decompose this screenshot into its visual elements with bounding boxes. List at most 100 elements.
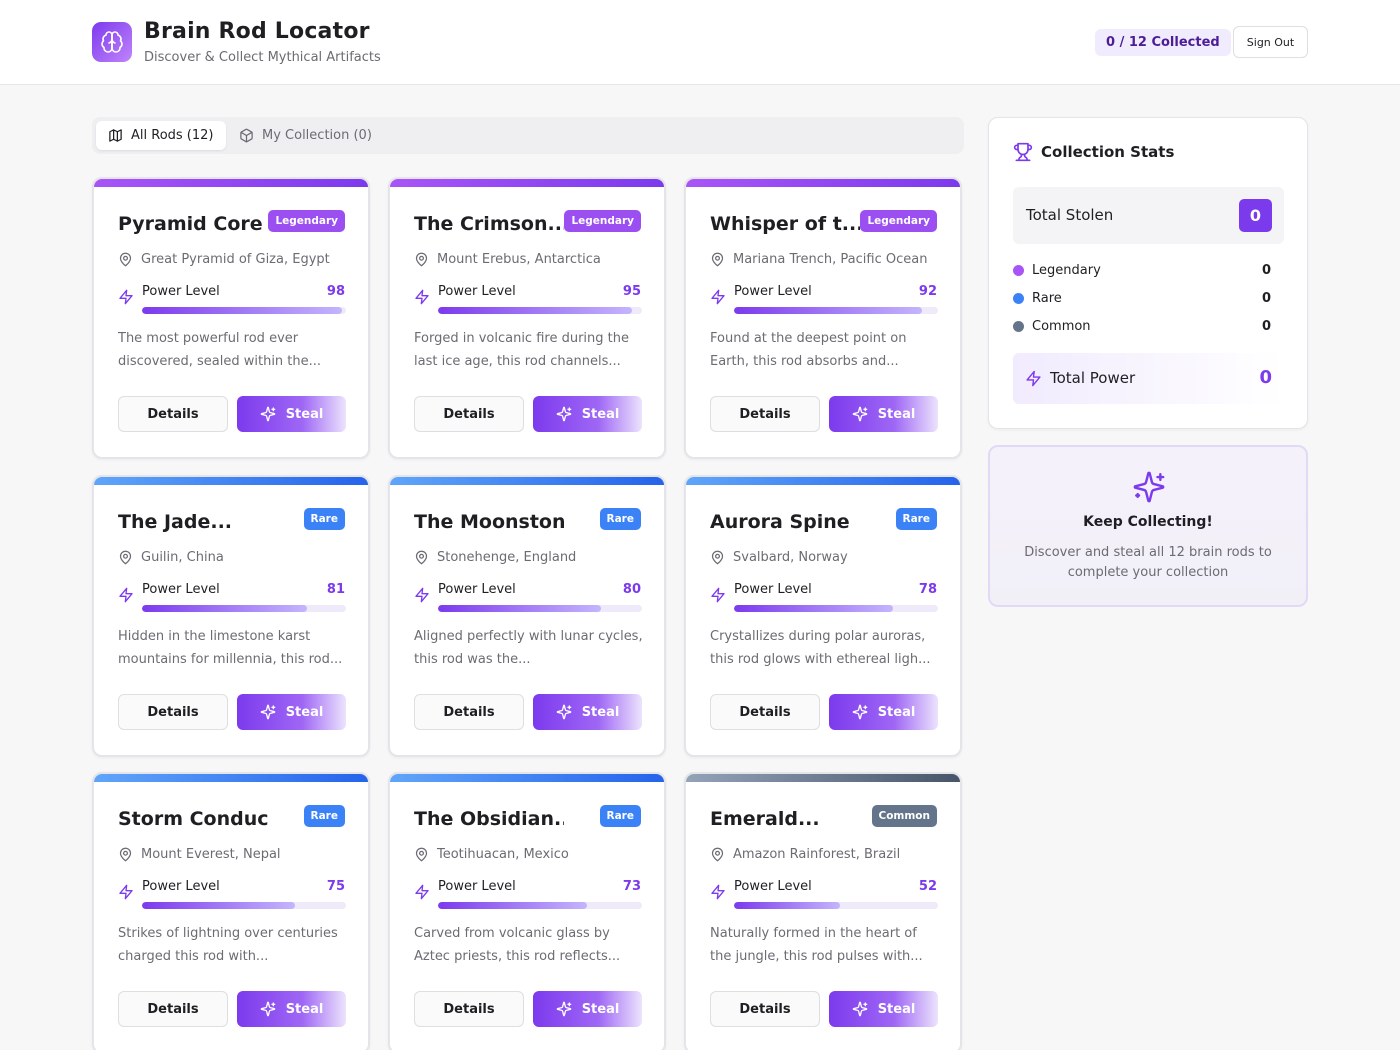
steal-button[interactable]: Steal — [533, 396, 642, 432]
rod-card: The Crimson... Legendary Mount Erebus, Ant… — [388, 177, 666, 459]
rod-title: The Moonstone... — [414, 511, 564, 533]
sparkles-icon — [260, 1001, 276, 1017]
details-button[interactable]: Details — [414, 694, 524, 730]
details-button[interactable]: Details — [710, 694, 820, 730]
total-stolen-label: Total Stolen — [1026, 206, 1114, 224]
rod-description: Aligned perfectly with lunar cycles, thi… — [414, 629, 643, 667]
rod-title: Whisper of t... — [710, 213, 860, 235]
stats-title-label: Collection Stats — [1041, 143, 1175, 161]
map-pin-icon — [710, 550, 725, 565]
rod-location: Mount Erebus, Antarctica — [414, 252, 601, 267]
map-pin-icon — [414, 847, 429, 862]
rod-card: Pyramid Core Legendary Great Pyramid of Gi… — [92, 177, 370, 459]
rod-description: Naturally formed in the heart of the jun… — [710, 926, 923, 964]
steal-button-label: Steal — [877, 704, 916, 720]
steal-button-label: Steal — [581, 406, 620, 422]
sparkles-icon — [260, 406, 276, 422]
rod-location-text: Mount Everest, Nepal — [141, 847, 281, 862]
lightning-icon — [414, 289, 430, 305]
steal-button-label: Steal — [285, 704, 324, 720]
steal-button-label: Steal — [581, 1001, 620, 1017]
rod-title: Aurora Spine — [710, 511, 850, 533]
rod-description: Forged in volcanic fire during the last … — [414, 331, 629, 369]
tab-all-rods-label: All Rods (12) — [131, 128, 214, 143]
rod-location: Svalbard, Norway — [710, 550, 848, 565]
rod-title: The Obsidian... — [414, 808, 564, 830]
steal-button[interactable]: Steal — [533, 694, 642, 730]
rarity-top-bar — [94, 774, 368, 782]
map-pin-icon — [414, 252, 429, 267]
steal-button[interactable]: Steal — [533, 991, 642, 1027]
steal-button-label: Steal — [285, 406, 324, 422]
lightning-icon — [1026, 370, 1041, 387]
steal-button[interactable]: Steal — [829, 694, 938, 730]
rod-description: Carved from volcanic glass by Aztec prie… — [414, 926, 621, 964]
power-level-value: 78 — [918, 582, 937, 597]
total-power-box: Total Power 0 — [1013, 353, 1284, 404]
rarity-top-bar — [686, 774, 960, 782]
rod-title: Emerald... — [710, 808, 820, 830]
rarity-top-bar — [390, 179, 664, 187]
lightning-icon — [710, 289, 726, 305]
steal-button[interactable]: Steal — [237, 694, 346, 730]
map-pin-icon — [710, 252, 725, 267]
rarity-badge: Common — [871, 805, 937, 827]
stat-count: 0 — [1261, 262, 1271, 278]
rod-location-text: Mount Erebus, Antarctica — [437, 252, 601, 267]
stat-count: 0 — [1261, 290, 1271, 306]
details-button[interactable]: Details — [710, 396, 820, 432]
power-level-bar — [142, 902, 346, 909]
power-level-fill — [734, 605, 894, 612]
tab-all-rods[interactable]: All Rods (12) — [96, 121, 226, 150]
steal-button[interactable]: Steal — [237, 396, 346, 432]
power-level-label: Power Level — [734, 879, 812, 894]
rarity-top-bar — [686, 179, 960, 187]
power-level-bar — [438, 307, 642, 314]
stats-title: Collection Stats — [1013, 142, 1174, 162]
rod-location-text: Great Pyramid of Giza, Egypt — [141, 252, 330, 267]
stat-label: Common — [1032, 318, 1091, 334]
power-level-fill — [438, 902, 587, 909]
stat-count: 0 — [1261, 318, 1271, 334]
map-icon — [109, 129, 122, 142]
power-level-label: Power Level — [142, 582, 220, 597]
stat-label: Legendary — [1032, 262, 1101, 278]
power-level-fill — [438, 307, 632, 314]
rod-card: The Obsidian... Rare Teotihuacan, Mexico Po… — [388, 772, 666, 1050]
details-button[interactable]: Details — [710, 991, 820, 1027]
power-level-label: Power Level — [438, 879, 516, 894]
rod-location-text: Mariana Trench, Pacific Ocean — [733, 252, 928, 267]
details-button[interactable]: Details — [118, 991, 228, 1027]
steal-button[interactable]: Steal — [829, 991, 938, 1027]
stat-row-common: Common 0 — [1013, 316, 1271, 336]
rarity-top-bar — [390, 774, 664, 782]
rod-card: The Jade... Rare Guilin, China Power Level 8… — [92, 475, 370, 757]
sign-out-button[interactable]: Sign Out — [1233, 26, 1308, 58]
rod-description: Strikes of lightning over centuries char… — [118, 926, 338, 964]
tab-my-collection[interactable]: My Collection (0) — [227, 121, 384, 150]
details-button[interactable]: Details — [118, 396, 228, 432]
power-level-value: 73 — [622, 879, 641, 894]
details-button[interactable]: Details — [414, 396, 524, 432]
steal-button[interactable]: Steal — [237, 991, 346, 1027]
keep-collecting-text: Discover and steal all 12 brain rods to … — [1024, 545, 1272, 580]
tab-my-collection-label: My Collection (0) — [262, 128, 372, 143]
power-level-bar — [142, 307, 346, 314]
steal-button[interactable]: Steal — [829, 396, 938, 432]
rarity-badge: Legendary — [564, 210, 641, 232]
details-button[interactable]: Details — [118, 694, 228, 730]
total-stolen-value: 0 — [1239, 199, 1272, 232]
rarity-badge: Rare — [599, 805, 641, 827]
power-level-fill — [734, 902, 841, 909]
lightning-icon — [118, 587, 134, 603]
rarity-badge: Legendary — [268, 210, 345, 232]
rarity-badge: Rare — [895, 508, 937, 530]
keep-collecting-panel: Keep Collecting! Discover and steal all … — [988, 445, 1308, 607]
rod-location: Amazon Rainforest, Brazil — [710, 847, 900, 862]
rod-location-text: Stonehenge, England — [437, 550, 577, 565]
lightning-icon — [118, 884, 134, 900]
details-button[interactable]: Details — [414, 991, 524, 1027]
power-level-bar — [142, 605, 346, 612]
rod-location-text: Teotihuacan, Mexico — [437, 847, 569, 862]
power-level-bar — [438, 605, 642, 612]
